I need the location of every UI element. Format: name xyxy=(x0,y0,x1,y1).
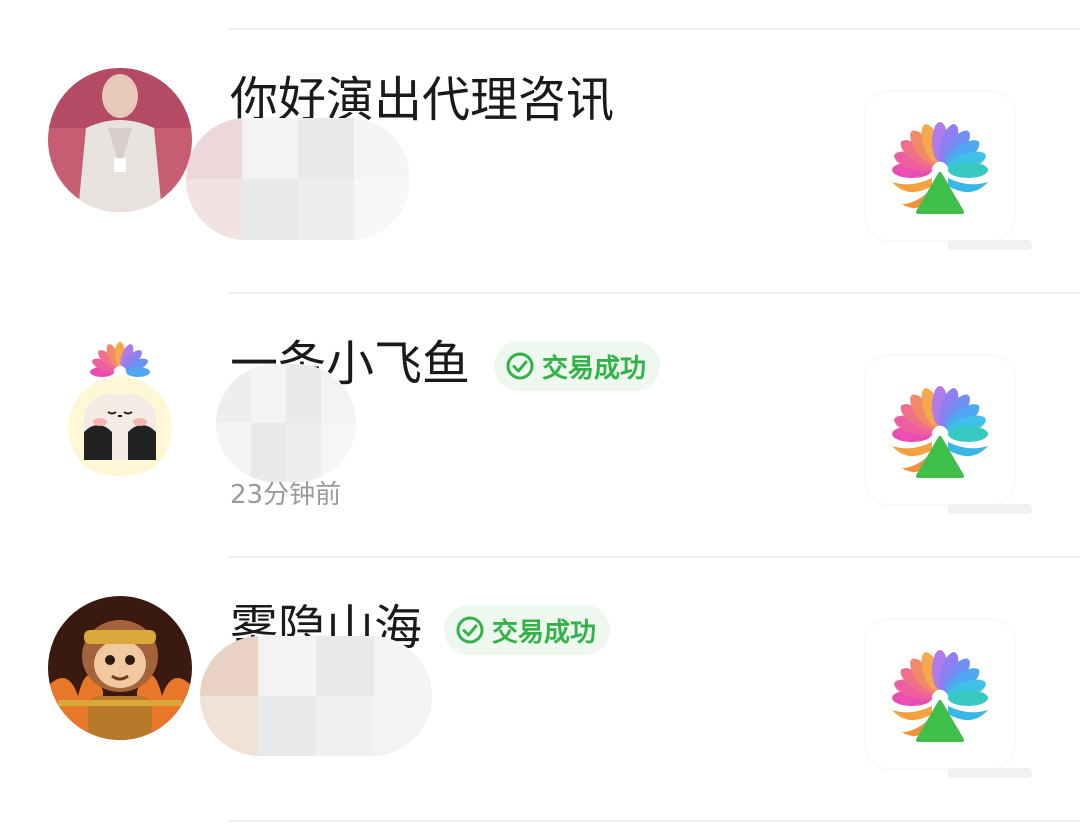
redacted-content xyxy=(200,636,432,756)
status-badge: 交易成功 xyxy=(444,605,611,655)
message-row[interactable]: 一条小飞鱼 交易成功 23分钟前 xyxy=(0,264,1080,528)
row-divider xyxy=(228,820,1080,822)
avatar[interactable] xyxy=(48,68,192,212)
avatar[interactable] xyxy=(48,332,192,476)
item-thumbnail[interactable] xyxy=(866,92,1014,240)
status-badge-label: 交易成功 xyxy=(542,353,647,384)
item-thumbnail[interactable] xyxy=(866,356,1014,504)
check-circle-icon xyxy=(456,616,484,644)
monkey-king-avatar-icon xyxy=(48,596,192,740)
status-badge: 交易成功 xyxy=(494,341,661,391)
thumbnail-caption xyxy=(948,240,1032,250)
avatar[interactable] xyxy=(48,596,192,740)
colorful-flower-logo-icon xyxy=(892,650,988,742)
thumbnail-caption xyxy=(948,504,1032,514)
redacted-content xyxy=(186,118,410,240)
cartoon-face-avatar-icon xyxy=(68,342,172,476)
colorful-flower-logo-icon xyxy=(892,122,988,214)
item-thumbnail[interactable] xyxy=(866,620,1014,768)
message-row[interactable]: 雾隐山海 交易成功 xyxy=(0,528,1080,792)
person-photo-avatar-icon xyxy=(48,68,192,212)
check-circle-icon xyxy=(506,352,534,380)
message-row[interactable]: 你好演出代理咨讯 xyxy=(0,0,1080,264)
redacted-content xyxy=(216,364,356,482)
status-badge-label: 交易成功 xyxy=(492,617,597,648)
thumbnail-caption xyxy=(948,768,1032,778)
colorful-flower-logo-icon xyxy=(892,386,988,478)
